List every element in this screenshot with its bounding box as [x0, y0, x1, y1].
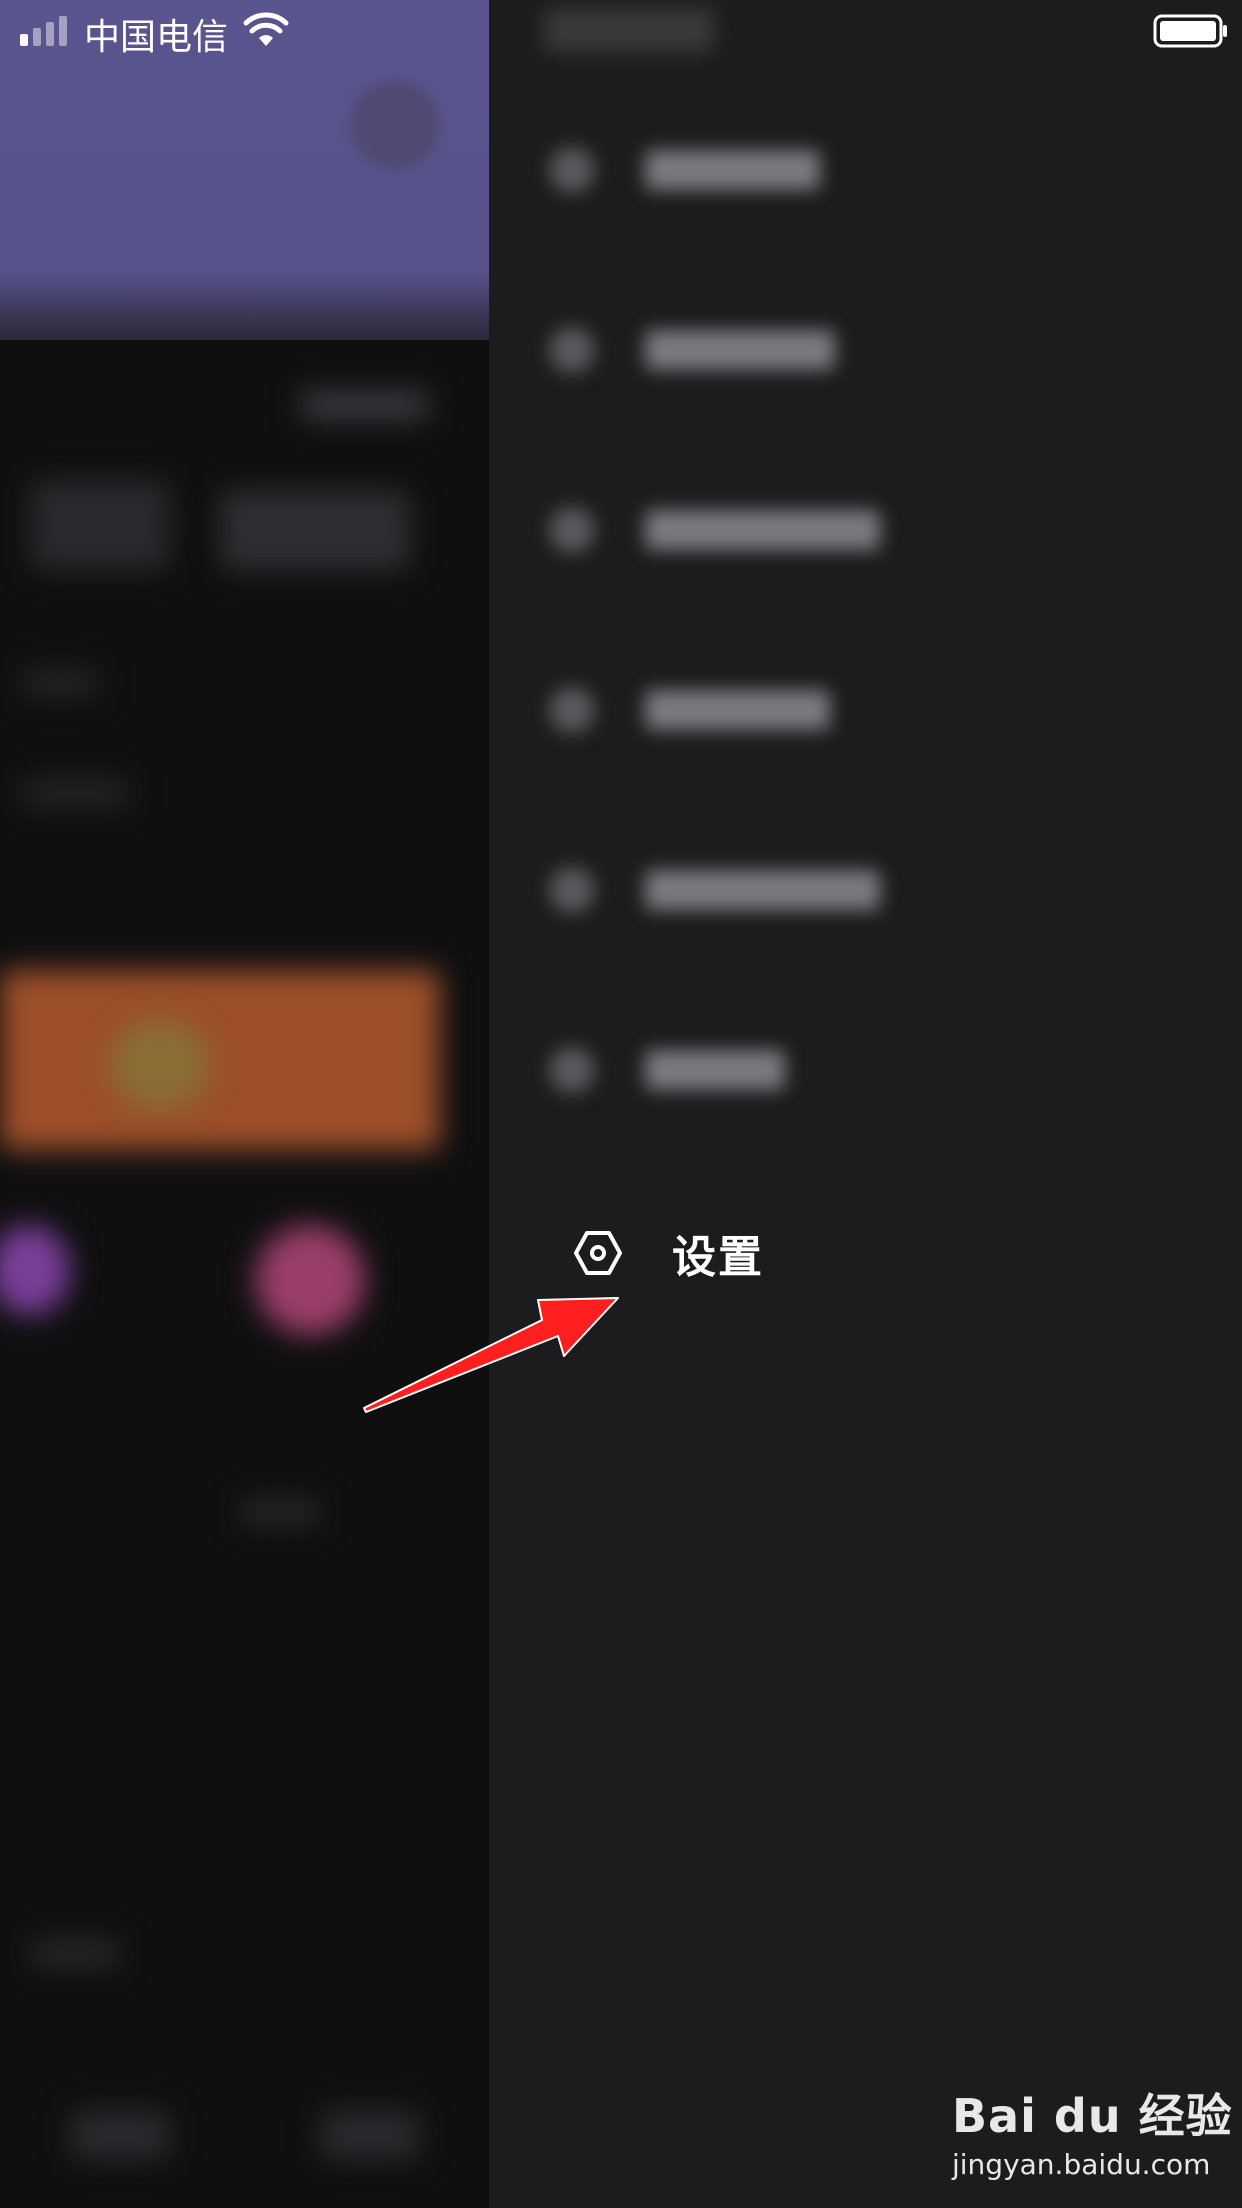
annotation-arrow [363, 1297, 619, 1413]
baidu-jingyan-watermark: Bai du 经验 jingyan.baidu.com [952, 2080, 1233, 2181]
watermark-url: jingyan.baidu.com [952, 2148, 1211, 2181]
watermark-brand: Bai du 经验 [952, 2089, 1233, 2143]
